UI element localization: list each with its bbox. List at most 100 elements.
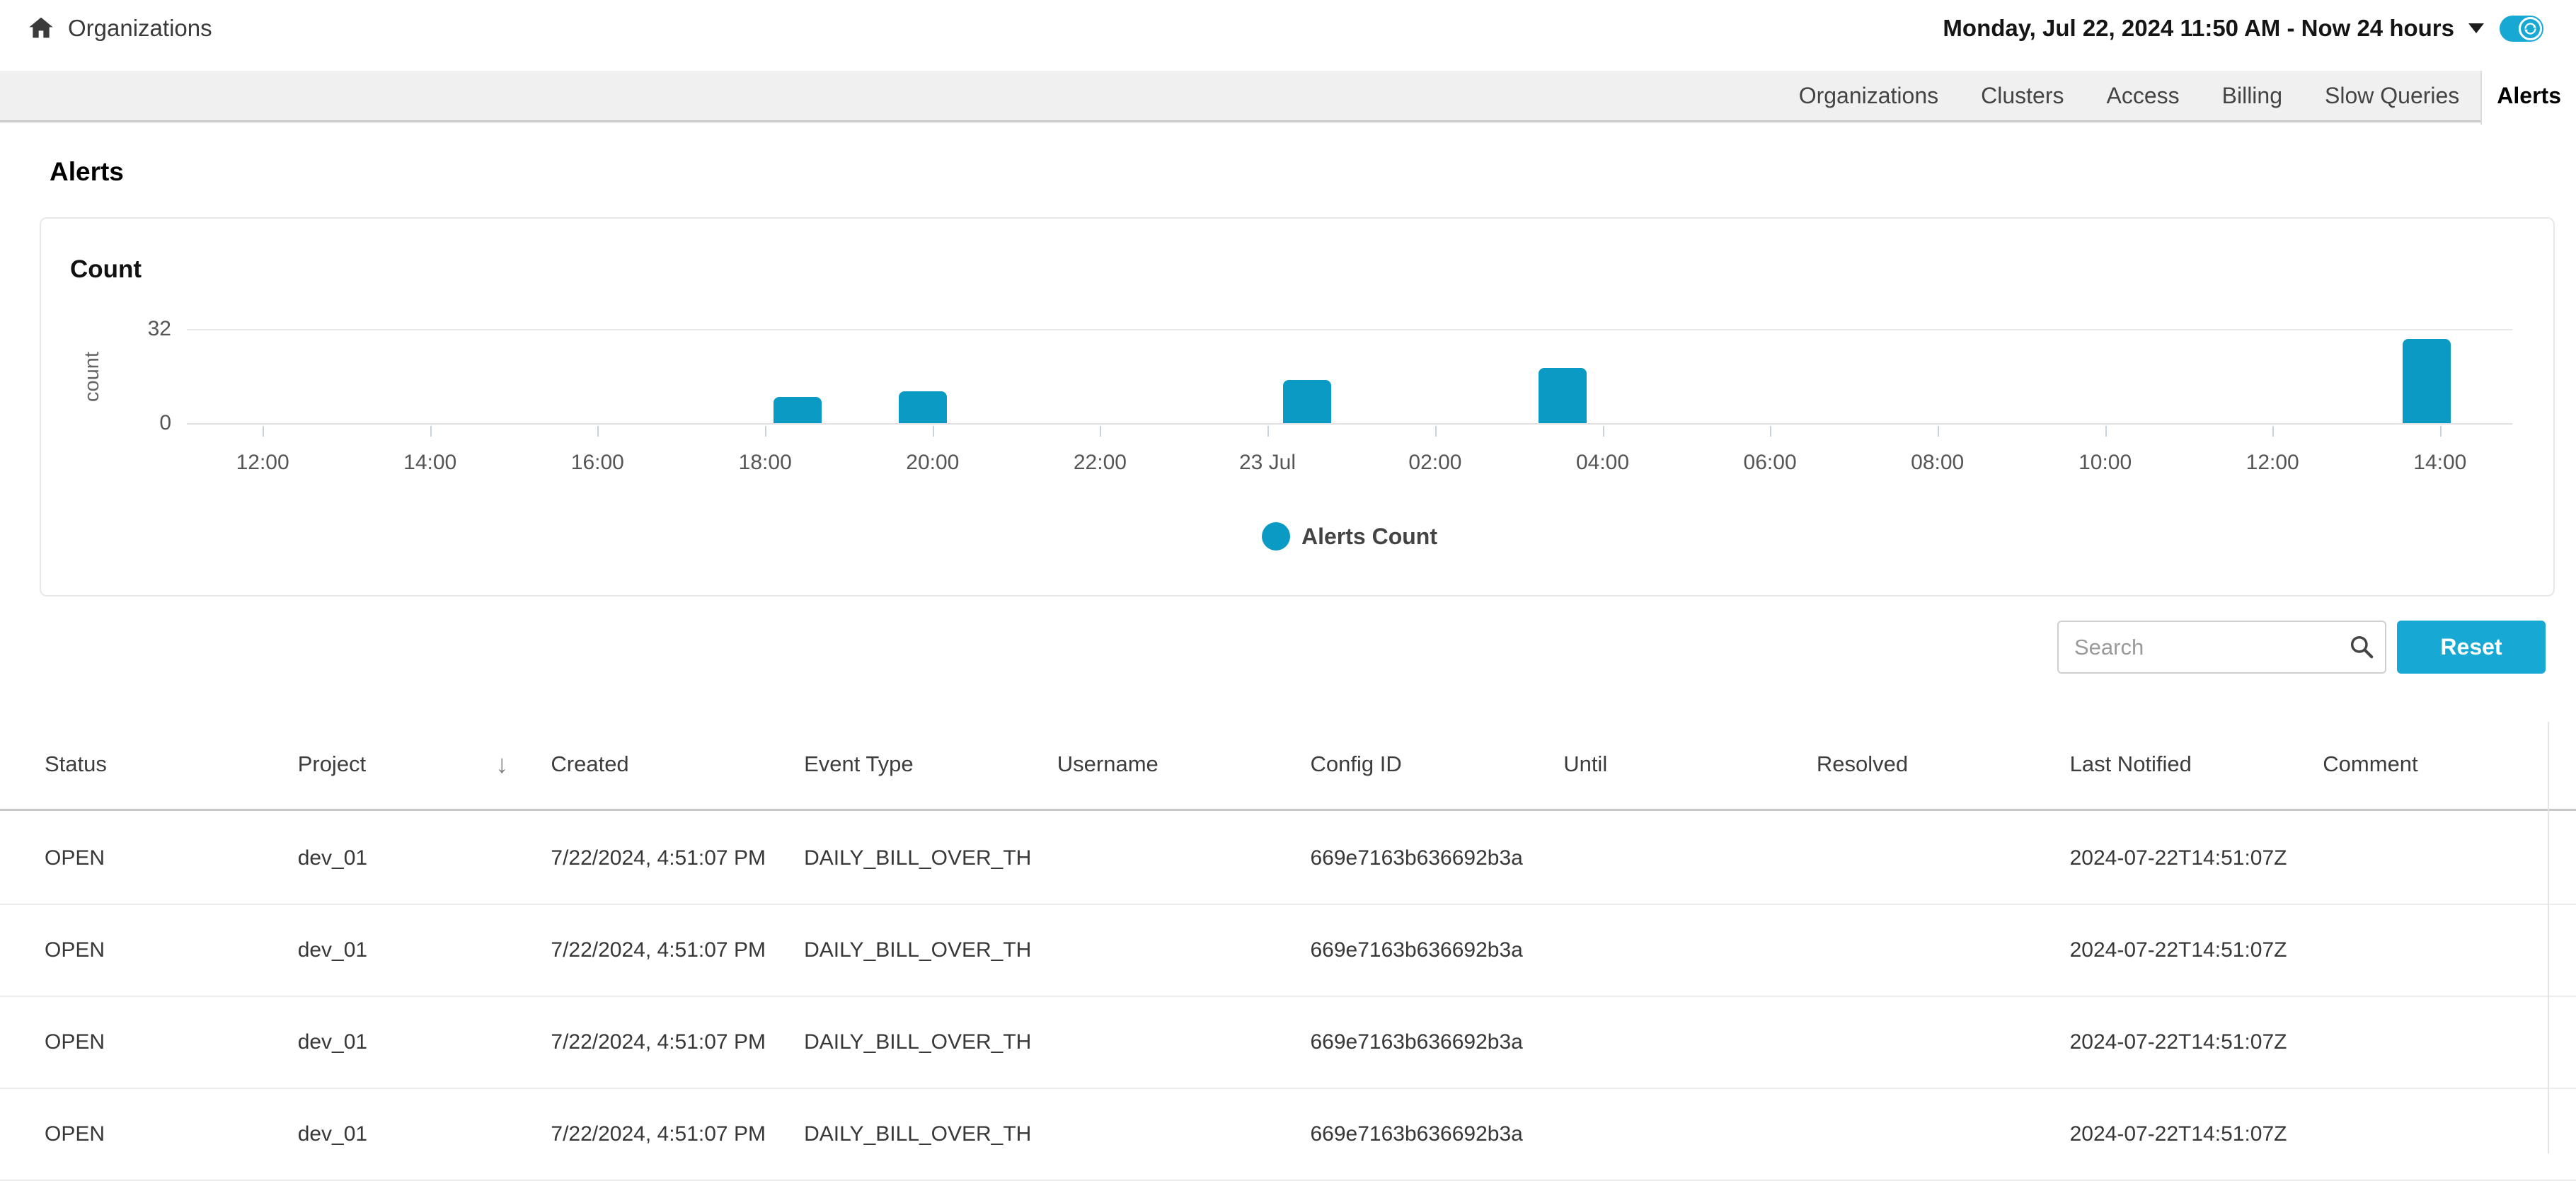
x-axis-tick: [2440, 426, 2442, 437]
x-axis-tick-label: 14:00: [403, 449, 456, 476]
table-cell: dev_01: [298, 1030, 551, 1054]
column-header-until[interactable]: Until: [1563, 751, 1817, 777]
x-axis-tick-label: 16:00: [571, 449, 624, 476]
breadcrumb[interactable]: Organizations: [27, 0, 212, 57]
x-axis-tick: [2272, 426, 2274, 437]
tab-organizations[interactable]: Organizations: [1778, 71, 1960, 120]
x-axis-tick-label: 22:00: [1074, 449, 1127, 476]
tab-billing[interactable]: Billing: [2201, 71, 2304, 120]
table-header-row: Status Project ↓ Created Event Type User…: [0, 719, 2576, 811]
table-body: OPENdev_017/22/2024, 4:51:07 PMDAILY_BIL…: [0, 813, 2576, 1181]
x-axis-tick: [765, 426, 766, 437]
chart-bar: [1539, 368, 1587, 423]
table-cell: OPEN: [45, 846, 298, 870]
table-cell: 669e7163b636692b3a: [1311, 846, 1564, 870]
home-icon[interactable]: [27, 14, 55, 42]
auto-refresh-toggle[interactable]: [2500, 16, 2543, 42]
chart-bar: [899, 391, 947, 423]
legend-marker: [1262, 522, 1290, 551]
x-axis-tick: [597, 426, 599, 437]
search-icon: [2348, 633, 2375, 660]
table-cell: DAILY_BILL_OVER_TH: [804, 938, 1057, 962]
table-row[interactable]: OPENdev_017/22/2024, 4:51:07 PMDAILY_BIL…: [0, 905, 2576, 997]
tab-access[interactable]: Access: [2085, 71, 2200, 120]
table-cell: 7/22/2024, 4:51:07 PM: [551, 1122, 804, 1146]
x-axis-tick-label: 04:00: [1576, 449, 1629, 476]
table-cell: dev_01: [298, 1122, 551, 1146]
x-axis-tick-label: 12:00: [236, 449, 289, 476]
table-cell: 2024-07-22T14:51:07Z: [2070, 1030, 2323, 1054]
x-axis-tick: [1770, 426, 1771, 437]
column-header-last-notified[interactable]: Last Notified: [2070, 751, 2323, 777]
breadcrumb-label[interactable]: Organizations: [68, 15, 212, 42]
tab-slow-queries[interactable]: Slow Queries: [2304, 71, 2480, 120]
top-bar: Organizations Monday, Jul 22, 2024 11:50…: [0, 0, 2576, 71]
chart-bar: [2403, 339, 2451, 423]
y-axis-tick-label: 0: [117, 410, 171, 436]
table-cell: 669e7163b636692b3a: [1311, 1030, 1564, 1054]
table-cell: 669e7163b636692b3a: [1311, 1122, 1564, 1146]
x-axis-tick: [263, 426, 264, 437]
chart-title: Count: [70, 255, 142, 284]
column-header-status[interactable]: Status: [45, 751, 298, 777]
table-row[interactable]: OPENdev_017/22/2024, 4:51:07 PMDAILY_BIL…: [0, 1089, 2576, 1181]
table-cell: OPEN: [45, 1122, 298, 1146]
table-scrollbar[interactable]: [2548, 722, 2549, 1153]
sort-descending-icon: ↓: [495, 749, 508, 779]
reset-button[interactable]: Reset: [2397, 621, 2546, 674]
x-axis-tick: [430, 426, 432, 437]
tab-bar: Organizations Clusters Access Billing Sl…: [0, 71, 2576, 122]
column-header-resolved[interactable]: Resolved: [1817, 751, 2070, 777]
search-box: [2057, 621, 2386, 674]
tab-list: Organizations Clusters Access Billing Sl…: [1778, 71, 2576, 122]
page-title: Alerts: [50, 157, 124, 187]
search-input[interactable]: [2057, 621, 2386, 674]
x-axis-tick-label: 10:00: [2078, 449, 2132, 476]
x-axis-tick: [2105, 426, 2107, 437]
refresh-icon: [2519, 17, 2542, 40]
table-cell: dev_01: [298, 938, 551, 962]
table-cell: 7/22/2024, 4:51:07 PM: [551, 846, 804, 870]
column-header-created[interactable]: Created: [551, 751, 804, 777]
y-axis-tick-label: 32: [117, 316, 171, 342]
chart-bar: [1283, 380, 1331, 423]
tab-alerts[interactable]: Alerts: [2480, 71, 2576, 125]
table-cell: 7/22/2024, 4:51:07 PM: [551, 938, 804, 962]
time-range-selector[interactable]: Monday, Jul 22, 2024 11:50 AM - Now 24 h…: [1943, 0, 2543, 57]
table-cell: DAILY_BILL_OVER_TH: [804, 1030, 1057, 1054]
table-cell: 7/22/2024, 4:51:07 PM: [551, 1030, 804, 1054]
x-axis-tick-label: 18:00: [739, 449, 792, 476]
chart-legend[interactable]: Alerts Count: [187, 519, 2512, 554]
x-axis-tick: [1267, 426, 1269, 437]
x-axis-tick-label: 20:00: [906, 449, 959, 476]
x-axis-tick-label: 14:00: [2413, 449, 2466, 476]
chart-bar: [774, 397, 822, 423]
legend-label: Alerts Count: [1301, 524, 1437, 550]
x-axis-tick: [1100, 426, 1101, 437]
table-row[interactable]: OPENdev_017/22/2024, 4:51:07 PMDAILY_BIL…: [0, 813, 2576, 905]
time-range-label: Monday, Jul 22, 2024 11:50 AM - Now 24 h…: [1943, 15, 2454, 42]
x-axis-tick-label: 02:00: [1408, 449, 1461, 476]
x-axis-tick: [1603, 426, 1604, 437]
chart-plot: [187, 329, 2512, 425]
table-cell: 2024-07-22T14:51:07Z: [2070, 846, 2323, 870]
table-cell: OPEN: [45, 938, 298, 962]
table-cell: DAILY_BILL_OVER_TH: [804, 846, 1057, 870]
column-header-event-type[interactable]: Event Type: [804, 751, 1057, 777]
column-header-comment[interactable]: Comment: [2323, 751, 2576, 777]
table-cell: DAILY_BILL_OVER_TH: [804, 1122, 1057, 1146]
tab-clusters[interactable]: Clusters: [1960, 71, 2085, 120]
table-cell: 2024-07-22T14:51:07Z: [2070, 1122, 2323, 1146]
table-cell: 2024-07-22T14:51:07Z: [2070, 938, 2323, 962]
x-axis-tick-label: 23 Jul: [1239, 449, 1296, 476]
table-cell: OPEN: [45, 1030, 298, 1054]
x-axis-tick-label: 06:00: [1744, 449, 1797, 476]
column-header-project[interactable]: Project ↓: [298, 749, 551, 779]
x-axis-tick: [1435, 426, 1437, 437]
table-row[interactable]: OPENdev_017/22/2024, 4:51:07 PMDAILY_BIL…: [0, 997, 2576, 1089]
y-axis-title: count: [76, 330, 108, 422]
column-header-username[interactable]: Username: [1057, 751, 1311, 777]
column-header-config-id[interactable]: Config ID: [1311, 751, 1564, 777]
chart-card: Count count 32 0 Alerts Count 12:00 14:00…: [40, 217, 2555, 597]
table-cell: dev_01: [298, 846, 551, 870]
